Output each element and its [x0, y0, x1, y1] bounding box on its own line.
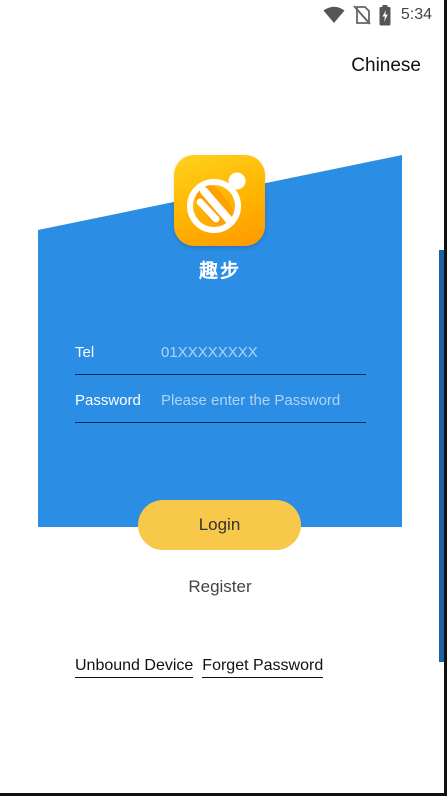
tel-input[interactable]: [161, 338, 361, 366]
battery-charging-icon: [379, 4, 391, 26]
login-button[interactable]: Login: [138, 500, 301, 550]
app-logo: [174, 155, 265, 246]
register-link[interactable]: Register: [0, 577, 440, 597]
no-sim-icon: [353, 5, 371, 25]
status-icons: 5:34: [323, 4, 432, 26]
password-label: Password: [75, 392, 141, 409]
password-field: Password: [75, 378, 366, 423]
tel-field: Tel: [75, 330, 366, 375]
wifi-icon: [323, 6, 345, 24]
status-time: 5:34: [400, 6, 432, 23]
running-figure-icon: [187, 172, 246, 233]
language-switch[interactable]: Chinese: [351, 55, 421, 77]
password-input[interactable]: [161, 386, 361, 414]
status-bar: 5:34: [0, 0, 444, 32]
scrollbar[interactable]: [439, 250, 444, 662]
tel-label: Tel: [75, 344, 95, 361]
app-name: 趣步: [198, 261, 241, 282]
bottom-links: Unbound Device Forget Password: [75, 657, 324, 678]
forget-password-link[interactable]: Forget Password: [202, 657, 324, 678]
unbound-device-link[interactable]: Unbound Device: [75, 657, 194, 678]
